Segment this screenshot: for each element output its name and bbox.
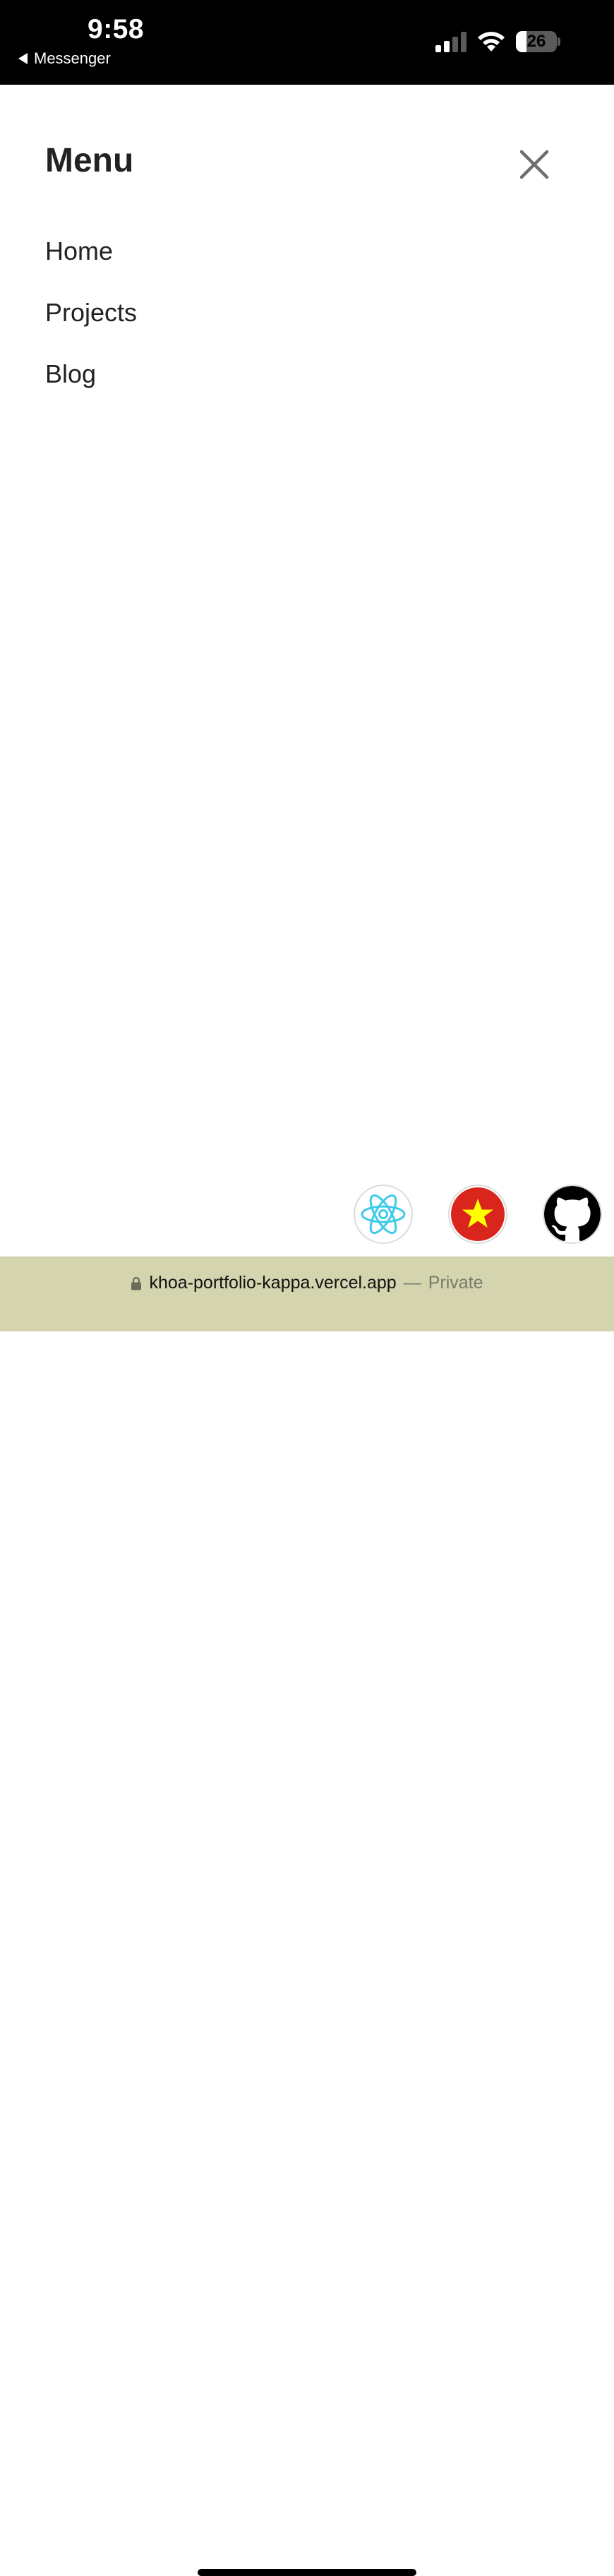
back-to-app-button[interactable]: Messenger [18,49,111,68]
language-flag-button[interactable] [448,1185,507,1244]
wifi-icon [478,32,505,52]
github-link-button[interactable] [543,1185,602,1244]
private-mode-label: Private [428,1273,483,1293]
react-icon [361,1194,406,1235]
back-app-label: Messenger [34,49,111,67]
back-triangle-icon [18,53,28,64]
battery-percent: 26 [526,32,546,51]
nav-item-blog[interactable]: Blog [45,356,137,417]
browser-url-bar[interactable]: khoa-portfolio-kappa.vercel.app — Privat… [0,1257,614,2576]
url-text: khoa-portfolio-kappa.vercel.app [149,1273,397,1293]
status-bar: 9:58 Messenger 26 [0,0,614,85]
status-time: 9:58 [88,14,145,44]
vietnam-flag-icon [451,1187,505,1241]
github-icon [544,1186,601,1242]
close-icon [519,150,549,179]
nav-item-home[interactable]: Home [45,233,137,294]
menu-nav: Home Projects Blog [45,233,137,417]
url-display[interactable]: khoa-portfolio-kappa.vercel.app — Privat… [0,1273,614,1293]
menu-title: Menu [45,142,134,179]
lock-icon [131,1276,142,1290]
cellular-signal-icon [435,32,466,52]
battery-icon: 26 [516,31,557,52]
home-indicator[interactable] [198,2569,416,2576]
battery-tip [558,37,560,46]
nav-item-projects[interactable]: Projects [45,294,137,356]
close-menu-button[interactable] [518,148,550,181]
react-link-button[interactable] [354,1185,413,1244]
private-separator: — [403,1273,421,1293]
